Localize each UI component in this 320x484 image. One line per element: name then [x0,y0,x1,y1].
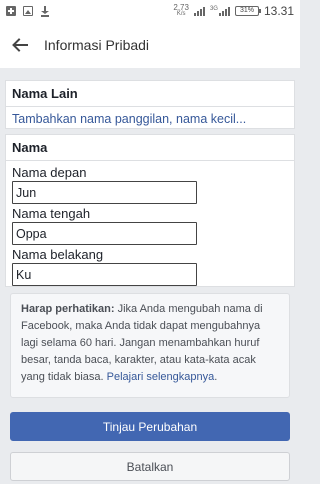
cancel-button[interactable]: Batalkan [10,452,290,481]
plus-notification-icon [6,6,16,16]
status-bar-system: 2,73 K/s 3G 31% 13.31 [173,4,294,19]
first-name-input[interactable] [12,181,197,204]
other-names-header: Nama Lain [6,81,294,107]
first-name-label: Nama depan [12,165,87,180]
cellular-signal-icon [218,6,230,16]
learn-more-link[interactable]: Pelajari selengkapnya [107,371,215,383]
image-notification-icon [23,6,33,16]
last-name-label: Nama belakang [12,247,104,262]
notice-title: Harap perhatikan: [21,303,115,315]
middle-name-input[interactable] [12,222,197,245]
network-type-label: 3G [209,6,218,12]
name-change-notice: Harap perhatikan: Jika Anda mengubah nam… [10,293,290,398]
name-header: Nama [6,135,294,161]
add-other-name-link[interactable]: Tambahkan nama panggilan, nama kecil... [6,107,294,131]
network-speed-value: 2,73 [173,3,189,12]
download-icon [40,5,50,17]
name-card: Nama Nama depan Nama tengah Nama belakan… [5,134,295,287]
app-bar: Informasi Pribadi [0,22,300,68]
clock: 13.31 [263,4,294,18]
other-names-card: Nama Lain Tambahkan nama panggilan, nama… [5,80,295,129]
review-changes-button[interactable]: Tinjau Perubahan [10,412,290,441]
notice-end: . [214,371,218,383]
status-bar-notifications [6,5,50,17]
battery-indicator: 31% [234,6,261,16]
network-speed: 2,73 K/s [173,4,189,18]
last-name-input[interactable] [12,263,197,286]
page-title: Informasi Pribadi [44,37,150,53]
middle-name-label: Nama tengah [12,206,91,221]
back-button[interactable] [0,22,40,68]
cellular-signal: 3G [210,6,230,16]
arrow-back-icon [12,38,28,52]
status-bar: 2,73 K/s 3G 31% 13.31 [0,0,300,22]
network-speed-unit: K/s [176,11,186,17]
wifi-signal-icon [193,6,205,16]
